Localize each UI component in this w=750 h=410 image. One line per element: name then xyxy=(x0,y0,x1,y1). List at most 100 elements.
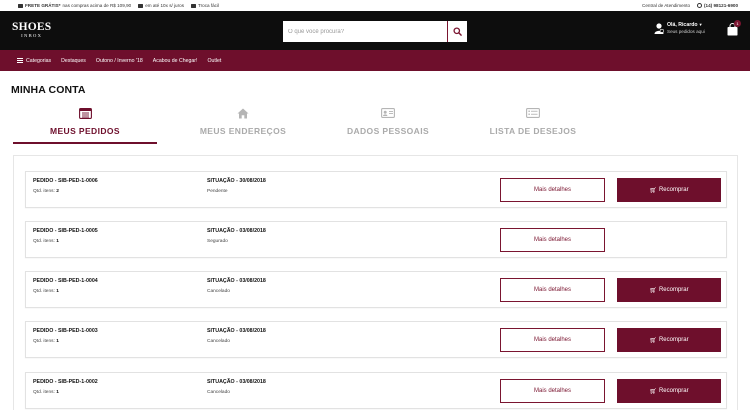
order-status: Pendente xyxy=(207,189,228,194)
top-info-bar: FRETE GRÁTIS* nas compras acima de R$ 10… xyxy=(0,0,750,11)
account-tabs: MEUS PEDIDOS MEUS ENDEREÇOS DADOS PESSOA… xyxy=(13,106,736,144)
nav-item-outono-inverno[interactable]: Outono / Inverno '18 xyxy=(96,58,143,64)
order-qty-value: 1 xyxy=(56,239,59,244)
order-id-block: PEDIDO - SIB-PED-1-0002 Qtd. itens: 1 xyxy=(33,379,98,395)
nav-item-destaques[interactable]: Destaques xyxy=(61,58,86,64)
rebuy-label: Recomprar xyxy=(658,388,689,394)
order-status: Cancelado xyxy=(207,390,230,395)
logo-line-2: INBOX xyxy=(21,33,43,38)
order-row: PEDIDO - SIB-PED-1-0004 Qtd. itens: 1 SI… xyxy=(25,271,727,308)
cart-icon: 🛒︎ xyxy=(649,337,657,344)
installments-notice: em até 10x s/ juros xyxy=(138,3,184,8)
cart-count-badge: 1 xyxy=(734,20,741,27)
phone-contact[interactable]: (14) 98121-6900 xyxy=(697,3,738,8)
nav-item-acabou-de-chegar[interactable]: Acabou de Chegar! xyxy=(153,58,198,64)
order-qty-label: Qtd. itens: xyxy=(33,339,55,344)
order-qty: Qtd. itens: 1 xyxy=(33,390,98,395)
exchange-icon xyxy=(191,3,196,8)
id-card-icon xyxy=(381,108,395,118)
site-header: SHOES INBOX Olá, Ricardo▼ Seus pedidos a… xyxy=(0,11,750,50)
tab-label: MEUS ENDEREÇOS xyxy=(199,126,287,136)
order-qty: Qtd. itens: 1 xyxy=(33,339,98,344)
rebuy-label: Recomprar xyxy=(658,337,689,343)
order-qty-label: Qtd. itens: xyxy=(33,239,55,244)
support-link[interactable]: Central de Atendimento xyxy=(642,3,690,8)
cart-icon: 🛒︎ xyxy=(649,388,657,395)
order-situation: SITUAÇÃO - 03/08/2018 xyxy=(207,379,266,385)
more-details-button[interactable]: Mais detalhes xyxy=(500,228,605,252)
tab-label: MEUS PEDIDOS xyxy=(50,126,120,136)
exchange-text: Troca fácil xyxy=(198,3,220,8)
whatsapp-icon xyxy=(697,3,703,8)
order-status: Cancelado xyxy=(207,339,230,344)
user-account-menu[interactable]: Olá, Ricardo▼ Seus pedidos aqui xyxy=(654,22,705,35)
exchange-notice: Troca fácil xyxy=(191,3,219,8)
phone-number: (14) 98121-6900 xyxy=(704,3,738,8)
cart-icon: 🛒︎ xyxy=(649,187,657,194)
order-situation: SITUAÇÃO - 03/08/2018 xyxy=(207,228,266,234)
search-button[interactable] xyxy=(447,21,467,42)
user-subtitle: Seus pedidos aqui xyxy=(667,28,705,34)
nav-categories-label: Categorias xyxy=(26,57,52,64)
more-details-button[interactable]: Mais detalhes xyxy=(500,379,605,403)
order-situation: SITUAÇÃO - 03/08/2018 xyxy=(207,278,266,284)
search-bar xyxy=(283,21,467,42)
order-situation-block: SITUAÇÃO - 03/08/2018 Cancelado xyxy=(207,328,266,344)
order-situation-block: SITUAÇÃO - 30/08/2018 Pendente xyxy=(207,178,266,194)
chevron-down-icon: ▼ xyxy=(698,22,703,27)
order-row: PEDIDO - SIB-PED-1-0002 Qtd. itens: 1 SI… xyxy=(25,372,727,409)
search-input[interactable] xyxy=(283,21,447,42)
truck-icon xyxy=(18,3,23,8)
nav-item-outlet[interactable]: Outlet xyxy=(207,58,221,64)
rebuy-button[interactable]: 🛒︎ Recomprar xyxy=(617,178,721,202)
installments-text: em até 10x s/ juros xyxy=(145,3,184,8)
more-details-button[interactable]: Mais detalhes xyxy=(500,178,605,202)
nav-categories[interactable]: Categorias xyxy=(17,58,51,64)
more-details-button[interactable]: Mais detalhes xyxy=(500,328,605,352)
order-row: PEDIDO - SIB-PED-1-0005 Qtd. itens: 1 SI… xyxy=(25,221,727,258)
cart-button[interactable]: 1 xyxy=(726,20,741,37)
order-qty-label: Qtd. itens: xyxy=(33,189,55,194)
tab-meus-enderecos[interactable]: MEUS ENDEREÇOS xyxy=(171,106,315,144)
order-status: Cancelado xyxy=(207,289,230,294)
free-shipping-notice: FRETE GRÁTIS* nas compras acima de R$ 10… xyxy=(18,3,131,8)
order-situation: SITUAÇÃO - 03/08/2018 xyxy=(207,328,266,334)
tab-dados-pessoais[interactable]: DADOS PESSOAIS xyxy=(316,106,460,144)
cart-icon: 🛒︎ xyxy=(649,287,657,294)
order-id-block: PEDIDO - SIB-PED-1-0004 Qtd. itens: 1 xyxy=(33,278,98,294)
top-info-left: FRETE GRÁTIS* nas compras acima de R$ 10… xyxy=(18,3,219,8)
order-status: Segurado xyxy=(207,239,228,244)
order-situation-block: SITUAÇÃO - 03/08/2018 Segurado xyxy=(207,228,266,244)
free-shipping-text: nas compras acima de R$ 109,90 xyxy=(62,3,132,8)
search-icon xyxy=(453,27,462,36)
order-id: PEDIDO - SIB-PED-1-0005 xyxy=(33,228,98,234)
list-alt-icon xyxy=(526,108,540,118)
order-situation: SITUAÇÃO - 30/08/2018 xyxy=(207,178,266,184)
order-id: PEDIDO - SIB-PED-1-0003 xyxy=(33,328,98,334)
menu-icon xyxy=(17,58,23,63)
rebuy-button[interactable]: 🛒︎ Recomprar xyxy=(617,278,721,302)
site-logo[interactable]: SHOES INBOX xyxy=(12,21,52,39)
order-situation-block: SITUAÇÃO - 03/08/2018 Cancelado xyxy=(207,379,266,395)
order-qty-value: 2 xyxy=(56,189,59,194)
category-nav: Categorias Destaques Outono / Inverno '1… xyxy=(0,50,750,71)
rebuy-button[interactable]: 🛒︎ Recomprar xyxy=(617,379,721,403)
credit-card-icon xyxy=(138,3,144,8)
rebuy-label: Recomprar xyxy=(658,287,689,293)
order-qty-value: 1 xyxy=(56,339,59,344)
page-title: MINHA CONTA xyxy=(11,84,86,96)
order-qty: Qtd. itens: 2 xyxy=(33,189,98,194)
home-icon xyxy=(237,108,249,118)
order-id: PEDIDO - SIB-PED-1-0006 xyxy=(33,178,98,184)
orders-panel: PEDIDO - SIB-PED-1-0006 Qtd. itens: 2 SI… xyxy=(13,155,738,410)
order-id-block: PEDIDO - SIB-PED-1-0003 Qtd. itens: 1 xyxy=(33,328,98,344)
rebuy-button[interactable]: 🛒︎ Recomprar xyxy=(617,328,721,352)
tab-lista-de-desejos[interactable]: LISTA DE DESEJOS xyxy=(461,106,605,144)
order-row: PEDIDO - SIB-PED-1-0003 Qtd. itens: 1 SI… xyxy=(25,321,727,358)
list-icon xyxy=(78,107,92,119)
tab-meus-pedidos[interactable]: MEUS PEDIDOS xyxy=(13,106,157,144)
logo-line-1: SHOES xyxy=(12,21,52,33)
order-id: PEDIDO - SIB-PED-1-0004 xyxy=(33,278,98,284)
order-qty: Qtd. itens: 1 xyxy=(33,239,98,244)
more-details-button[interactable]: Mais detalhes xyxy=(500,278,605,302)
